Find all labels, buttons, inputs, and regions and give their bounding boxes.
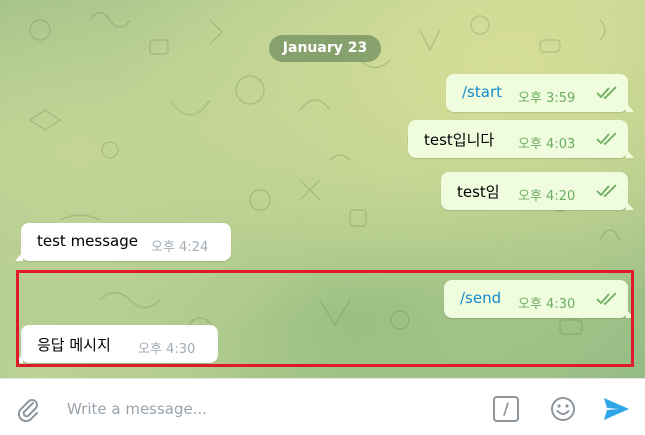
chat-area: January 23 /start 오후 3:59 test입니다 오후 4:0… bbox=[0, 0, 645, 378]
message-time: 오후 4:03 bbox=[518, 137, 576, 152]
send-arrow-icon[interactable] bbox=[601, 395, 631, 423]
message-text: test입니다 bbox=[424, 131, 495, 149]
message-bubble-outgoing[interactable]: /start 오후 3:59 bbox=[446, 74, 634, 112]
bot-commands-button[interactable]: / bbox=[493, 396, 519, 422]
date-separator: January 23 bbox=[269, 35, 381, 62]
message-input[interactable]: Write a message... bbox=[67, 400, 207, 418]
smiley-icon[interactable] bbox=[549, 395, 577, 423]
message-bubble-incoming[interactable]: test message 오후 4:24 bbox=[15, 223, 231, 261]
paperclip-icon[interactable] bbox=[14, 395, 42, 423]
message-time: 오후 3:59 bbox=[518, 91, 576, 106]
message-time: 오후 4:24 bbox=[151, 240, 209, 255]
message-text: test message bbox=[37, 232, 138, 250]
message-time: 오후 4:20 bbox=[518, 189, 576, 204]
double-check-icon bbox=[596, 132, 617, 146]
highlight-box bbox=[16, 270, 634, 367]
bot-command-link[interactable]: /start bbox=[462, 83, 502, 101]
message-text: test임 bbox=[457, 183, 500, 201]
double-check-icon bbox=[596, 86, 617, 100]
double-check-icon bbox=[596, 184, 617, 198]
message-bubble-outgoing[interactable]: test입니다 오후 4:03 bbox=[408, 120, 634, 158]
message-bubble-outgoing[interactable]: test임 오후 4:20 bbox=[441, 172, 634, 210]
message-composer: Write a message... / bbox=[0, 378, 645, 435]
